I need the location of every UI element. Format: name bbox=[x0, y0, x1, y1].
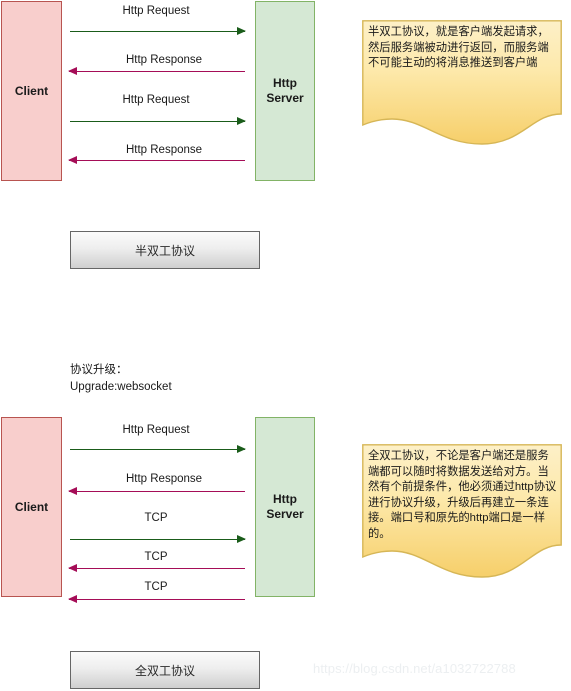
note-full-duplex: 全双工协议，不论是客户端还是服务端都可以随时将数据发送给对方。当然有个前提条件，… bbox=[362, 444, 562, 579]
arrow-line bbox=[70, 539, 245, 540]
summary-box-half-duplex: 半双工协议 bbox=[70, 231, 260, 269]
note-half-duplex: 半双工协议，就是客户端发起请求，然后服务端被动进行返回，而服务端不可能主动的将消… bbox=[362, 20, 562, 145]
diagram-canvas: Client Http Server Http Request Http Res… bbox=[0, 0, 571, 691]
note-text-half-duplex: 半双工协议，就是客户端发起请求，然后服务端被动进行返回，而服务端不可能主动的将消… bbox=[368, 26, 549, 70]
message-label-http-request-3: Http Request bbox=[122, 424, 190, 436]
arrow-head bbox=[68, 66, 77, 75]
actor-http-server-half-duplex: Http Server bbox=[255, 1, 315, 181]
message-label-http-request-2: Http Request bbox=[122, 94, 190, 106]
arrow-line bbox=[69, 160, 245, 161]
arrow-head bbox=[68, 594, 77, 603]
actor-client-full-duplex: Client bbox=[1, 417, 62, 597]
summary-box-full-duplex: 全双工协议 bbox=[70, 651, 260, 689]
arrow-line bbox=[69, 491, 245, 492]
arrow-head bbox=[237, 26, 246, 35]
arrow-head bbox=[237, 534, 246, 543]
arrow-line bbox=[70, 121, 245, 122]
message-label-tcp-3: TCP bbox=[144, 581, 168, 593]
message-label-tcp-1: TCP bbox=[144, 512, 168, 524]
message-label-tcp-2: TCP bbox=[144, 551, 168, 563]
message-label-http-response-3: Http Response bbox=[125, 473, 203, 485]
arrow-line bbox=[69, 599, 245, 600]
arrow-head bbox=[68, 486, 77, 495]
watermark-blog-url: https://blog.csdn.net/a1032722788 bbox=[313, 661, 516, 676]
arrow-head bbox=[237, 116, 246, 125]
arrow-line bbox=[70, 31, 245, 32]
arrow-line bbox=[69, 568, 245, 569]
actor-client-half-duplex: Client bbox=[1, 1, 62, 181]
note-text-full-duplex: 全双工协议，不论是客户端还是服务端都可以随时将数据发送给对方。当然有个前提条件，… bbox=[368, 450, 557, 540]
arrow-head bbox=[68, 563, 77, 572]
arrow-line bbox=[70, 449, 245, 450]
annotation-protocol-upgrade: 协议升级： Upgrade:websocket bbox=[70, 364, 172, 393]
message-label-http-response-1: Http Response bbox=[125, 54, 203, 66]
message-label-http-request-1: Http Request bbox=[122, 5, 190, 17]
arrow-head bbox=[237, 444, 246, 453]
message-label-http-response-2: Http Response bbox=[125, 144, 203, 156]
arrow-head bbox=[68, 155, 77, 164]
actor-http-server-full-duplex: Http Server bbox=[255, 417, 315, 597]
arrow-line bbox=[69, 71, 245, 72]
